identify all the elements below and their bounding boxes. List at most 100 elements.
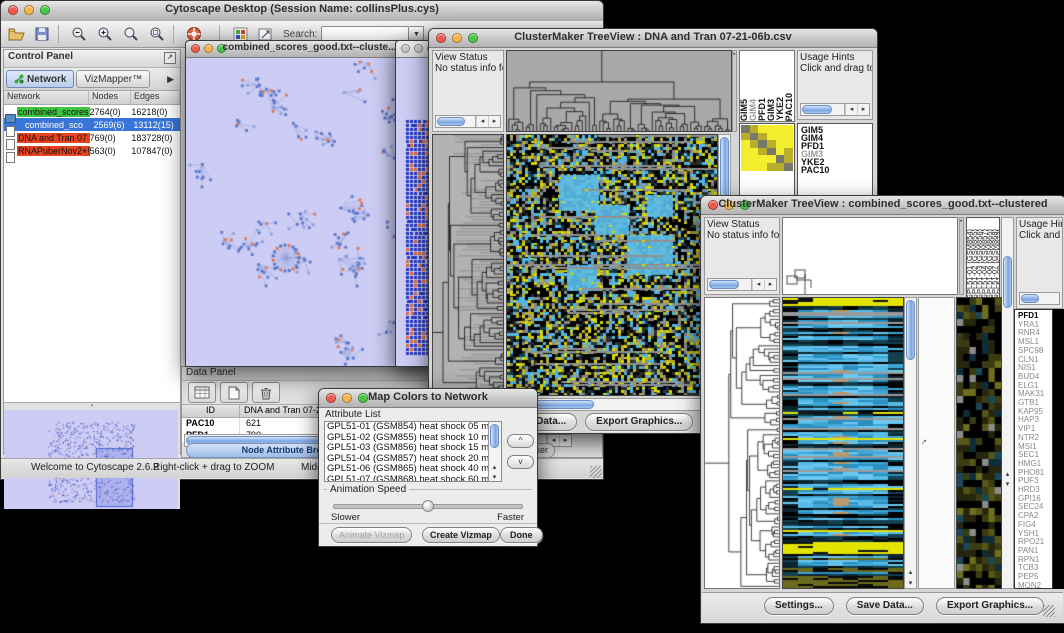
resize-grip[interactable]: [590, 466, 602, 478]
row-dendrogram[interactable]: [704, 297, 780, 589]
animation-speed-slider[interactable]: [333, 504, 523, 509]
array-labels-panel[interactable]: GIM5GIM4PFD1GIM3YKE2PAC10: [739, 50, 795, 122]
col-network[interactable]: Network: [4, 91, 89, 104]
view-status-hscrollbar[interactable]: ◂▸: [707, 278, 777, 291]
move-up-button[interactable]: ^: [507, 434, 534, 448]
matrix-cell[interactable]: [776, 163, 785, 171]
scrollbar-thumb[interactable]: [1021, 294, 1039, 303]
global-heatmap-vscrollbar[interactable]: ▴ ▾: [904, 297, 917, 589]
select-attributes-button[interactable]: [188, 382, 216, 403]
scroll-left-button[interactable]: ◂: [752, 279, 764, 290]
tab-network[interactable]: Network: [6, 70, 74, 88]
matrix-cell[interactable]: [784, 125, 793, 133]
network-row[interactable]: DNA and Tran 07769(0)183728(0): [4, 131, 180, 144]
column-dendrogram[interactable]: [506, 50, 732, 132]
array-label[interactable]: GPL51-08 (GSM872): [997, 229, 1000, 300]
gene-label[interactable]: PAC10: [801, 166, 872, 174]
zoom-selected-button[interactable]: [146, 24, 168, 44]
scroll-up-button[interactable]: ▴: [489, 463, 500, 471]
matrix-cell[interactable]: [767, 125, 776, 133]
scroll-left-button[interactable]: ◂: [476, 116, 488, 127]
float-panel-icon[interactable]: ↗: [164, 52, 176, 64]
matrix-cell[interactable]: [750, 148, 759, 156]
zoom-out-button[interactable]: [68, 24, 90, 44]
matrix-cell[interactable]: [784, 163, 793, 171]
matrix-cell[interactable]: [758, 155, 767, 163]
export-graphics-button[interactable]: Export Graphics...: [585, 413, 693, 431]
zoom-in-button[interactable]: [94, 24, 116, 44]
right-vscrollbar[interactable]: ▴ ▾: [1001, 217, 1014, 589]
view-status-hscrollbar[interactable]: ◂▸: [435, 115, 501, 128]
slider-thumb[interactable]: [422, 500, 434, 512]
zoom-heatmap-canvas[interactable]: [956, 297, 1002, 589]
matrix-cell[interactable]: [750, 133, 759, 141]
network-row[interactable]: RNAPuberNov2+!563(0)107847(0): [4, 144, 180, 157]
matrix-cell[interactable]: [784, 140, 793, 148]
row-dendrogram[interactable]: [432, 134, 504, 396]
matrix-cell[interactable]: [776, 140, 785, 148]
matrix-cell[interactable]: [776, 148, 785, 156]
matrix-cell[interactable]: [784, 148, 793, 156]
matrix-cell[interactable]: [741, 155, 750, 163]
matrix-cell[interactable]: [784, 133, 793, 141]
move-down-button[interactable]: v: [507, 455, 534, 469]
tab-overflow-arrow[interactable]: ▶: [163, 74, 178, 85]
create-vizmap-button[interactable]: Create Vizmap: [422, 527, 500, 543]
matrix-cell[interactable]: [741, 148, 750, 156]
usage-hints-hscrollbar[interactable]: [1019, 292, 1060, 305]
network-row[interactable]: combined_sco2569(6)13112(15): [4, 118, 180, 131]
gene-list[interactable]: PFD1YRA1RNR4MSL1SPC98CLN1NIS1BUD4ELG1MAK…: [1014, 309, 1053, 589]
treeview-dna-titlebar[interactable]: ClusterMaker TreeView : DNA and Tran 07-…: [429, 29, 877, 48]
matrix-cell[interactable]: [758, 163, 767, 171]
save-button[interactable]: [31, 24, 53, 44]
resize-grip[interactable]: [1043, 605, 1055, 617]
matrix-cell[interactable]: [741, 133, 750, 141]
attribute-list-vscrollbar[interactable]: ▴ ▾: [488, 422, 501, 481]
zoom-fit-button[interactable]: [120, 24, 142, 44]
matrix-cell[interactable]: [776, 133, 785, 141]
animate-vizmap-button[interactable]: Animate Vizmap: [331, 527, 412, 543]
scroll-up-button[interactable]: ▴: [905, 568, 916, 576]
attribute-item[interactable]: GPL51-03 (GSM856) heat shock 15 min: [325, 443, 488, 454]
heatmap-canvas[interactable]: [506, 134, 718, 396]
matrix-cell[interactable]: [750, 155, 759, 163]
matrix-cell[interactable]: [767, 133, 776, 141]
scroll-up-button[interactable]: ▴: [1002, 470, 1013, 478]
attribute-list[interactable]: GPL51-01 (GSM854) heat shock 05 min GPL51…: [324, 421, 502, 482]
scroll-down-button[interactable]: ▾: [905, 579, 916, 587]
scrollbar-thumb[interactable]: [906, 300, 915, 360]
scroll-right-button[interactable]: ▸: [764, 279, 776, 290]
attribute-item[interactable]: GPL51-06 (GSM865) heat shock 40 min: [325, 464, 488, 475]
matrix-cell[interactable]: [776, 155, 785, 163]
tab-vizmapper[interactable]: VizMapper™: [76, 70, 150, 88]
matrix-cell[interactable]: [776, 125, 785, 133]
scroll-right-button[interactable]: ▸: [857, 104, 869, 115]
matrix-cell[interactable]: [767, 163, 776, 171]
matrix-cell[interactable]: [758, 133, 767, 141]
birdseye-divider[interactable]: ▪: [4, 403, 180, 410]
open-file-button[interactable]: [5, 24, 27, 44]
usage-hints-hscrollbar[interactable]: ◂▸: [800, 103, 870, 116]
array-label[interactable]: PAC10: [785, 93, 794, 121]
attribute-item[interactable]: GPL51-01 (GSM854) heat shock 05 min: [325, 422, 488, 433]
scrollbar-thumb[interactable]: [802, 105, 832, 114]
scroll-down-button[interactable]: ▾: [489, 473, 500, 481]
close-button[interactable]: [401, 44, 410, 53]
col-edges[interactable]: Edges: [131, 91, 180, 104]
matrix-cell[interactable]: [767, 140, 776, 148]
main-titlebar[interactable]: Cytoscape Desktop (Session Name: collins…: [1, 1, 603, 22]
attribute-item[interactable]: GPL51-07 (GSM868) heat shock 60 min: [325, 475, 488, 483]
delete-attribute-button[interactable]: [252, 382, 280, 403]
panel-splitter[interactable]: ▸: [732, 50, 737, 132]
scrollbar-thumb[interactable]: [490, 424, 499, 448]
scrollbar-thumb[interactable]: [437, 117, 465, 126]
col-id[interactable]: ID: [182, 405, 240, 417]
matrix-cell[interactable]: [767, 148, 776, 156]
settings-button[interactable]: Settings...: [764, 597, 834, 615]
done-button[interactable]: Done: [500, 527, 543, 543]
matrix-cell[interactable]: [750, 125, 759, 133]
matrix-cell[interactable]: [741, 125, 750, 133]
scroll-right-button[interactable]: ▸: [488, 116, 500, 127]
minimize-button[interactable]: [414, 44, 423, 53]
network-row[interactable]: combined_scores2764(0)16218(0): [4, 105, 180, 118]
